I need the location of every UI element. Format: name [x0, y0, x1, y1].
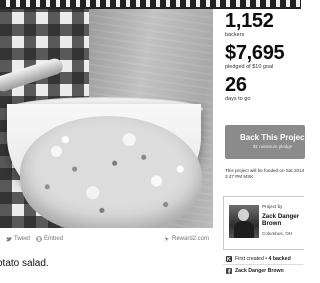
facebook-row[interactable]: Zack Danger Brown: [223, 265, 303, 276]
external-link[interactable]: Reward2.com: [164, 236, 209, 242]
creator-history-row[interactable]: First created • 4 backed: [223, 253, 303, 264]
facebook-name: Zack Danger Brown: [235, 267, 284, 274]
pledged-amount: $7,695: [225, 42, 285, 64]
funding-deadline-note: This project will be funded on Sat 2014 …: [225, 168, 305, 179]
days-count: 26: [225, 74, 247, 96]
external-link-label: Reward2.com: [171, 236, 209, 242]
film-sprocket-strip: [0, 0, 301, 9]
backers-stat: 1,152 backers: [225, 11, 301, 39]
kickstarter-k-icon: [226, 255, 232, 262]
backers-label: backers: [225, 32, 245, 38]
minimum-pledge-label: $1 minimum pledge: [253, 144, 293, 149]
pointer-icon: [164, 237, 169, 242]
tweet-link[interactable]: Tweet: [6, 236, 30, 242]
project-image[interactable]: [0, 9, 213, 228]
embed-code-icon: [36, 236, 42, 242]
share-bar: Tweet Embed Reward2.com: [0, 229, 213, 249]
creator-location[interactable]: Columbus, OH: [262, 231, 292, 236]
pledged-stat: $7,695 pledged of $10 goal: [225, 43, 301, 71]
days-stat: 26 days to go: [225, 75, 301, 103]
first-created-label: First created: [235, 255, 264, 262]
twitter-bird-icon: [6, 236, 12, 241]
creator-card[interactable]: Project by Zack Danger Brown Columbus, O…: [223, 196, 304, 250]
pledged-label: pledged of $10 goal: [225, 64, 274, 70]
potato-salad: [20, 116, 202, 228]
bowl: [7, 104, 202, 228]
project-by-label: Project by: [262, 204, 283, 209]
tweet-label: Tweet: [14, 236, 31, 242]
embed-link[interactable]: Embed: [36, 236, 63, 242]
creator-avatar[interactable]: [229, 205, 259, 238]
facebook-icon: [226, 267, 232, 274]
creator-links: First created • 4 backed Zack Danger Bro…: [223, 253, 303, 276]
funding-stats: 1,152 backers $7,695 pledged of $10 goal…: [225, 11, 301, 107]
back-this-project-button[interactable]: Back This Project $1 minimum pledge: [225, 125, 305, 159]
embed-label: Embed: [44, 236, 64, 242]
backers-count: 1,152: [225, 10, 274, 32]
description-text: otato salad.: [0, 258, 49, 269]
back-button-label: Back This Project: [240, 133, 305, 142]
days-label: days to go: [225, 96, 251, 102]
creator-name[interactable]: Zack Danger Brown: [262, 213, 304, 227]
backed-count: 4 backed: [268, 255, 291, 262]
